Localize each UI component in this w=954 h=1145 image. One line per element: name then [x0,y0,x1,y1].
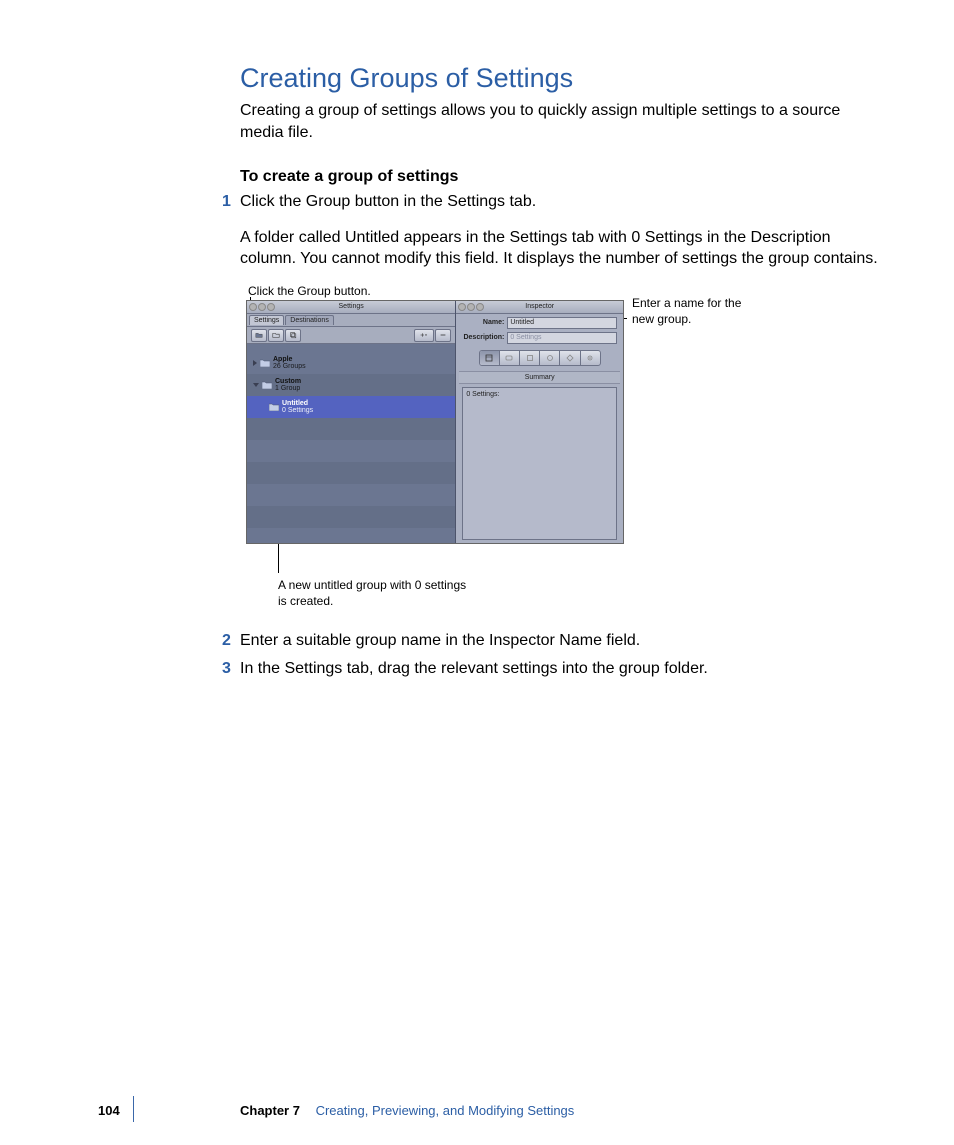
group-button[interactable] [251,329,267,342]
procedure-subhead: To create a group of settings [240,166,880,188]
callout-right: Enter a name for the new group. [632,296,762,327]
seg-geometry-icon[interactable] [560,351,580,365]
callout-top: Click the Group button. [248,284,448,300]
settings-title: Settings [339,303,364,310]
page-heading: Creating Groups of Settings [240,60,880,96]
inspector-title: Inspector [525,303,554,310]
seg-actions-icon[interactable] [581,351,600,365]
name-label: Name: [462,318,504,327]
inspector-segmented-control[interactable] [479,350,601,366]
disclosure-triangle-icon[interactable] [253,383,259,387]
chapter-label: Chapter 7 [240,1103,300,1118]
settings-toolbar [247,327,455,344]
summary-body: 0 Settings: [462,387,617,540]
step-2: Enter a suitable group name in the Inspe… [240,630,880,652]
tree-item-sub: 1 Group [275,385,301,392]
figure: Click the Group button. Enter a name for… [240,284,880,624]
step-1-detail: A folder called Untitled appears in the … [240,227,880,270]
tree-item-sub: 26 Groups [273,363,306,370]
disclosure-triangle-icon[interactable] [253,360,257,366]
summary-label: Summary [459,371,620,384]
description-label: Description: [462,333,504,342]
tree-item-name: Untitled [282,400,313,407]
footer-rule [133,1096,134,1122]
tab-settings[interactable]: Settings [249,315,284,325]
seg-filters-icon[interactable] [540,351,560,365]
tree-item-selected[interactable]: Untitled 0 Settings [247,396,455,418]
description-field: 0 Settings [507,332,617,344]
traffic-lights [249,303,275,311]
step-1: Click the Group button in the Settings t… [240,191,880,624]
seg-frame-icon[interactable] [520,351,540,365]
folder-icon [262,381,272,389]
remove-button[interactable] [435,329,451,342]
folder-button[interactable] [268,329,284,342]
settings-titlebar: Settings [247,301,455,314]
folder-icon [269,403,279,411]
settings-tabs: Settings Destinations [247,314,455,327]
step-2-text: Enter a suitable group name in the Inspe… [240,632,640,649]
chapter-title: Creating, Previewing, and Modifying Sett… [316,1103,575,1118]
step-3-text: In the Settings tab, drag the relevant s… [240,660,708,677]
traffic-lights [458,303,484,311]
folder-icon [260,359,270,367]
seg-summary-icon[interactable] [480,351,500,365]
duplicate-button[interactable] [285,329,301,342]
tree-item-name: Custom [275,378,301,385]
seg-encoder-icon[interactable] [500,351,520,365]
callout-bottom: A new untitled group with 0 settings is … [278,578,478,609]
tree-item-sub: 0 Settings [282,407,313,414]
page-number: 104 [98,1102,120,1120]
screenshot: Settings Settings Destinations [246,300,624,544]
add-button[interactable] [414,329,434,342]
settings-panel: Settings Settings Destinations [247,301,456,543]
step-1-text: Click the Group button in the Settings t… [240,193,536,210]
inspector-panel: Inspector Name: Untitled Description: 0 … [456,301,623,543]
intro-paragraph: Creating a group of settings allows you … [240,100,880,143]
inspector-titlebar: Inspector [456,301,623,314]
tab-destinations[interactable]: Destinations [285,315,334,325]
settings-tree[interactable]: Apple 26 Groups Custom [247,344,455,543]
tree-item-name: Apple [273,356,306,363]
step-3: In the Settings tab, drag the relevant s… [240,658,880,680]
name-field[interactable]: Untitled [507,317,617,329]
